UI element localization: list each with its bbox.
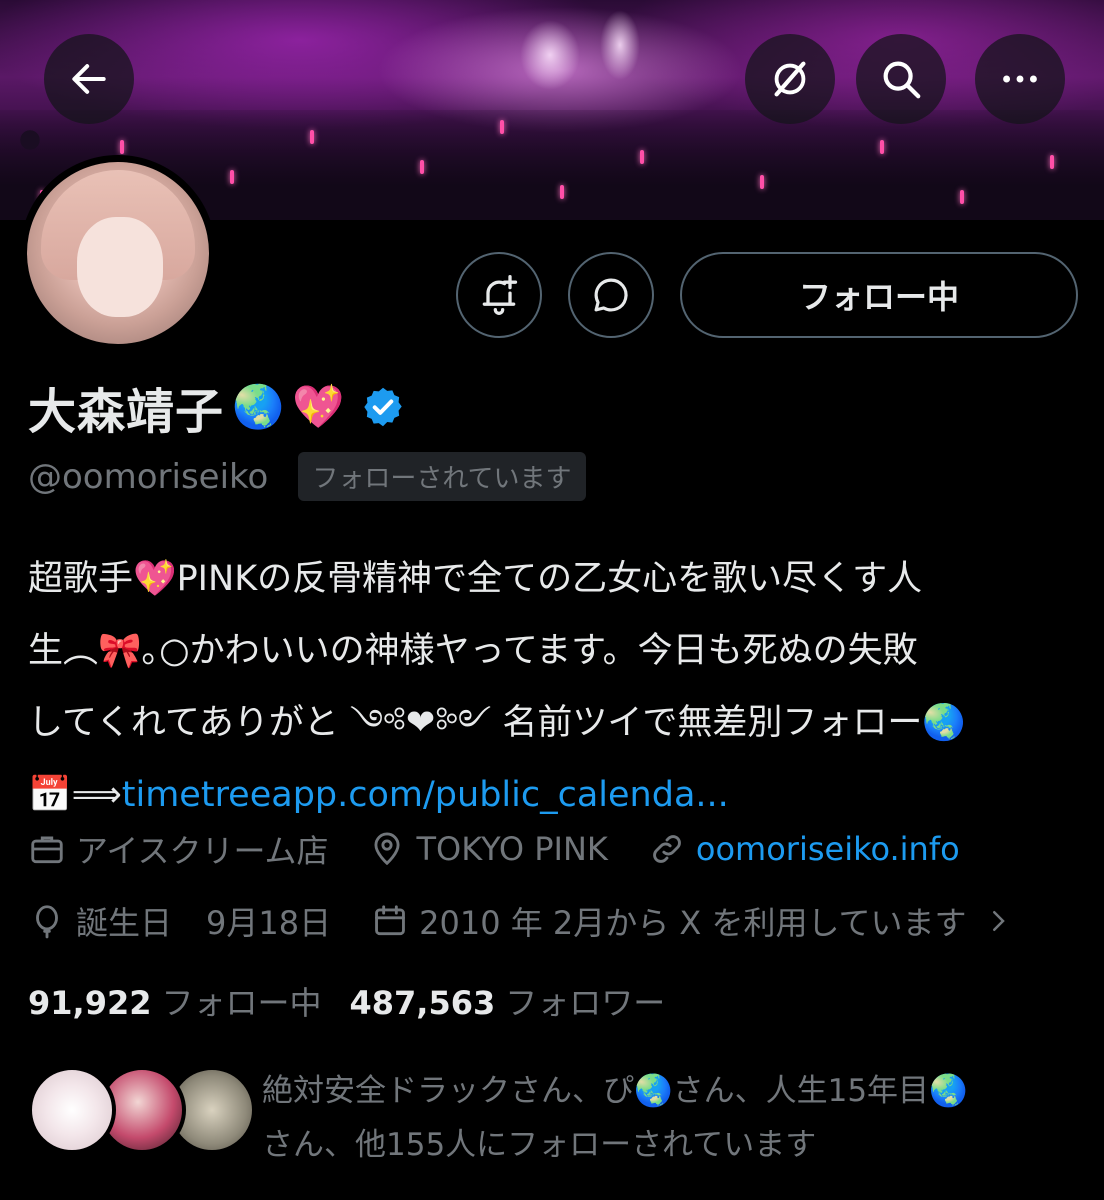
occupation-text: アイスクリーム店 bbox=[76, 832, 329, 870]
stage-light bbox=[520, 20, 580, 90]
avatar[interactable] bbox=[20, 155, 216, 351]
location-pin-icon bbox=[374, 832, 400, 866]
followed-by-line: 絶対安全ドラックさん、ぴ🌏さん、人生15年目🌏 bbox=[262, 1073, 968, 1109]
following-label: フォロー中 bbox=[161, 984, 322, 1022]
bell-plus-icon bbox=[482, 275, 518, 315]
notify-button[interactable] bbox=[456, 252, 542, 338]
birthday: 誕生日 9月18日 bbox=[28, 898, 331, 944]
back-button[interactable] bbox=[44, 34, 134, 124]
bio-line-with-link: 📅⟹timetreeapp.com/public_calenda... bbox=[28, 759, 1078, 831]
grok-button[interactable] bbox=[745, 34, 835, 124]
location-text: TOKYO PINK bbox=[416, 830, 608, 868]
followers-label: フォロワー bbox=[505, 984, 666, 1022]
more-icon bbox=[1003, 75, 1037, 83]
handle: @oomoriseiko bbox=[28, 456, 269, 497]
message-button[interactable] bbox=[568, 252, 654, 338]
bio-link[interactable]: timetreeapp.com/public_calenda... bbox=[122, 775, 729, 815]
occupation: アイスクリーム店 bbox=[28, 826, 328, 872]
grok-icon bbox=[774, 61, 806, 97]
briefcase-icon bbox=[31, 836, 63, 864]
bio-line: してくれてありがと ༺❤︎༻ 名前ツイで無差別フォロー🌏 bbox=[28, 703, 966, 743]
profile-meta-row-2: 誕生日 9月18日 2010 年 2月から X を利用しています bbox=[28, 898, 1053, 944]
followers-count-link[interactable]: 487,563 フォロワー bbox=[350, 978, 666, 1024]
link-icon bbox=[653, 835, 681, 863]
bio-line: 超歌手💖PINKの反骨精神で全ての乙女心を歌い尽くす人 bbox=[28, 559, 923, 599]
website-link[interactable]: oomoriseiko.info bbox=[696, 830, 960, 868]
bio-line: 生︵🎀｡○かわいいの神様ヤってます。今日も死ぬの失敗 bbox=[28, 631, 918, 671]
verified-badge-icon[interactable] bbox=[361, 385, 405, 429]
stage-light bbox=[600, 10, 640, 80]
website[interactable]: oomoriseiko.info bbox=[648, 830, 960, 868]
display-name: 大森靖子 bbox=[28, 384, 225, 440]
avatar-image bbox=[27, 162, 209, 344]
chevron-right-icon bbox=[992, 911, 1005, 931]
bio: 超歌手💖PINKの反骨精神で全ての乙女心を歌い尽くす人 生︵🎀｡○かわいいの神様… bbox=[28, 543, 1078, 831]
earth-emoji: 🌏 bbox=[232, 382, 285, 431]
birthday-label: 誕生日 bbox=[76, 904, 173, 942]
handle-row: @oomoriseiko フォローされています bbox=[28, 452, 586, 501]
followers-count: 487,563 bbox=[349, 984, 496, 1022]
search-button[interactable] bbox=[856, 34, 946, 124]
followed-by-avatars[interactable] bbox=[28, 1066, 256, 1154]
heart-emoji: 💖 bbox=[292, 382, 345, 431]
avatar bbox=[28, 1066, 116, 1154]
balloon-icon bbox=[36, 905, 58, 939]
followed-by-text[interactable]: 絶対安全ドラックさん、ぴ🌏さん、人生15年目🌏 さん、他155人にフォローされて… bbox=[262, 1064, 1082, 1172]
following-button[interactable]: フォロー中 bbox=[680, 252, 1078, 338]
profile-name-row: 大森靖子 🌏 💖 bbox=[28, 372, 405, 442]
profile-meta-row: アイスクリーム店 TOKYO PINK oomoriseiko.info bbox=[28, 826, 1000, 872]
search-icon bbox=[883, 61, 921, 99]
following-count-link[interactable]: 91,922 フォロー中 bbox=[28, 978, 322, 1024]
birthday-date: 9月18日 bbox=[206, 904, 332, 942]
message-icon bbox=[594, 278, 628, 312]
joined-text: 2010 年 2月から X を利用しています bbox=[419, 904, 967, 942]
following-count: 91,922 bbox=[28, 984, 152, 1022]
follows-you-badge: フォローされています bbox=[298, 452, 586, 501]
bio-prefix: 📅⟹ bbox=[28, 775, 122, 815]
arrow-left-icon bbox=[72, 64, 106, 94]
follow-counts: 91,922 フォロー中 487,563 フォロワー bbox=[28, 978, 665, 1024]
followed-by-line: さん、他155人にフォローされています bbox=[262, 1127, 817, 1163]
calendar-icon bbox=[375, 905, 405, 936]
joined-date[interactable]: 2010 年 2月から X を利用しています bbox=[371, 898, 1012, 944]
location: TOKYO PINK bbox=[368, 830, 608, 868]
more-button[interactable] bbox=[975, 34, 1065, 124]
